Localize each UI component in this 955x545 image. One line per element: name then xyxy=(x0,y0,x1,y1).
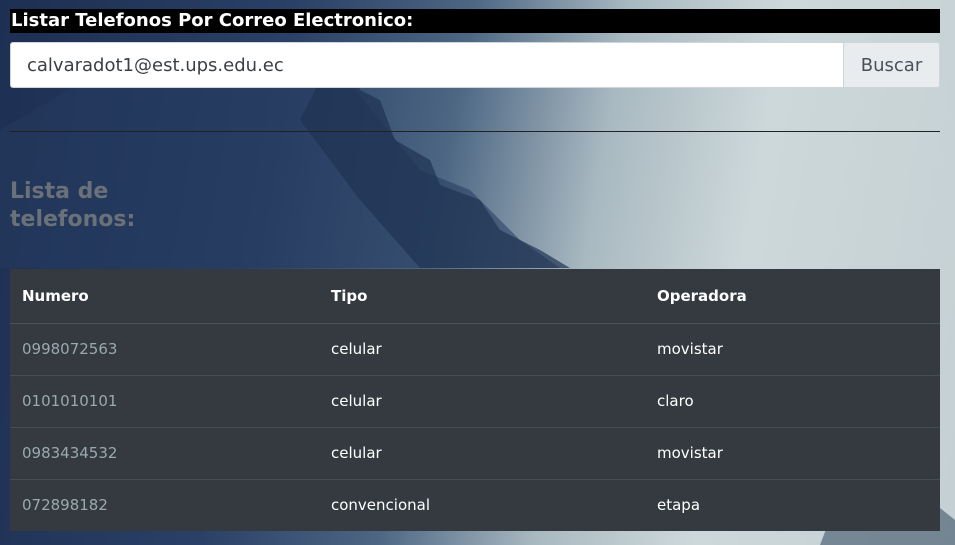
search-bar: Buscar xyxy=(10,42,940,88)
email-input[interactable] xyxy=(10,42,843,88)
cell-numero: 0998072563 xyxy=(10,323,319,375)
cell-operadora: etapa xyxy=(645,478,940,531)
cell-tipo: celular xyxy=(319,426,645,479)
cell-tipo: celular xyxy=(319,374,645,427)
main-content: Listar Telefonos Por Correo Electronico:… xyxy=(10,9,940,531)
page-title: Listar Telefonos Por Correo Electronico: xyxy=(10,9,940,33)
divider xyxy=(10,131,940,132)
phone-number-link[interactable]: 0998072563 xyxy=(22,340,117,358)
table-row: 0983434532 celular movistar xyxy=(10,426,940,479)
table-row: 072898182 convencional etapa xyxy=(10,478,940,531)
column-header-operadora: Operadora xyxy=(645,269,940,324)
column-header-numero: Numero xyxy=(10,269,319,324)
cell-numero: 072898182 xyxy=(10,478,319,531)
section-title: Lista de telefonos: xyxy=(10,179,136,232)
table-row: 0101010101 celular claro xyxy=(10,374,940,427)
phone-number-link[interactable]: 0983434532 xyxy=(22,444,117,462)
table-header-row: Numero Tipo Operadora xyxy=(10,269,940,324)
search-button[interactable]: Buscar xyxy=(843,42,940,88)
cell-operadora: movistar xyxy=(657,340,723,358)
cell-tipo: celular xyxy=(331,340,382,358)
column-header-tipo: Tipo xyxy=(319,269,645,324)
cell-numero: 0101010101 xyxy=(10,374,319,427)
cell-numero: 0983434532 xyxy=(10,426,319,479)
cell-tipo: convencional xyxy=(319,478,645,531)
cell-operadora: claro xyxy=(645,374,940,427)
phones-table: Numero Tipo Operadora 0998072563 celular… xyxy=(10,269,940,531)
cell-operadora: movistar xyxy=(645,426,940,479)
table-row: 0998072563 celular movistar xyxy=(10,323,940,375)
phone-number-link[interactable]: 0101010101 xyxy=(22,392,117,410)
phone-number-link[interactable]: 072898182 xyxy=(22,496,108,514)
